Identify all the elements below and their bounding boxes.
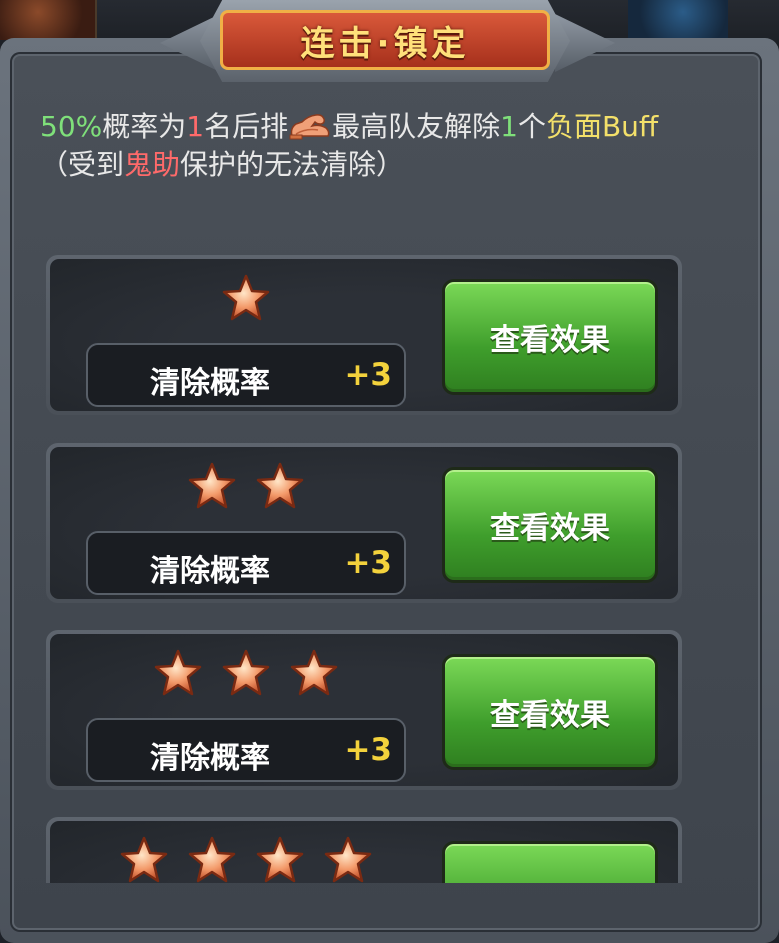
- stat-label: 清除概率: [150, 554, 270, 589]
- stat-box: 清除概率 +3: [86, 343, 406, 407]
- debuff-keyword: 负面Buff: [545, 110, 659, 143]
- title-plate: 连击·镇定: [220, 10, 550, 70]
- dialog-title: 连击·镇定: [300, 23, 470, 64]
- star-icon: [188, 462, 236, 509]
- star-rating: [86, 461, 406, 517]
- muscle-icon: [289, 114, 330, 140]
- desc-text: 名后排: [204, 110, 289, 143]
- star-icon: [222, 274, 270, 321]
- button-label: 查看效果: [490, 323, 610, 358]
- stat-box: 清除概率 +3: [86, 718, 406, 782]
- background-item-icon: [628, 0, 728, 40]
- stat-value: +3: [344, 545, 392, 581]
- view-effect-button[interactable]: 查看效果: [442, 654, 658, 770]
- view-effect-button[interactable]: 查看效果: [442, 279, 658, 395]
- desc-text: （受到: [40, 148, 125, 181]
- star-icon: [256, 462, 304, 509]
- desc-text: 保护的无法清除: [180, 148, 377, 181]
- ghost-help-keyword: 鬼助: [124, 148, 181, 181]
- level-card-inner: 清除概率 +3 查看效果: [50, 447, 678, 599]
- level-card: 清除概率 +3 查看效果: [46, 255, 682, 415]
- chance-value: 50%: [40, 110, 103, 143]
- level-card: 清除概率 +3 查看效果: [46, 443, 682, 603]
- button-label: 查看效果: [490, 511, 610, 546]
- desc-text: ）: [376, 148, 405, 181]
- desc-text: 最高队友解除: [332, 110, 501, 143]
- skill-description: 50%概率为1名后排 最高队友解除1个负面Buff（受到鬼助保护的无法清除）: [40, 108, 690, 184]
- button-label: 查看效果: [490, 698, 610, 733]
- level-card: [46, 817, 682, 883]
- star-icon: [290, 649, 338, 696]
- star-rating: [86, 273, 406, 329]
- star-rating: [86, 648, 406, 704]
- desc-text: 概率为: [102, 110, 187, 143]
- stat-value: +3: [344, 357, 392, 393]
- star-rating: [86, 835, 406, 883]
- level-card-inner: 清除概率 +3 查看效果: [50, 259, 678, 411]
- star-icon: [154, 649, 202, 696]
- view-effect-button[interactable]: [442, 841, 658, 883]
- stat-label: 清除概率: [150, 366, 270, 401]
- star-icon: [188, 836, 236, 883]
- view-effect-button[interactable]: 查看效果: [442, 467, 658, 583]
- target-count: 1: [186, 110, 205, 143]
- stat-box: 清除概率 +3: [86, 531, 406, 595]
- stat-label: 清除概率: [150, 741, 270, 776]
- level-list[interactable]: 清除概率 +3 查看效果 清除概率 +3 查看效果 清除概率 +3 查看效果: [46, 255, 682, 883]
- star-icon: [120, 836, 168, 883]
- level-card-inner: [50, 821, 678, 883]
- star-icon: [256, 836, 304, 883]
- level-card-inner: 清除概率 +3 查看效果: [50, 634, 678, 786]
- star-icon: [324, 836, 372, 883]
- background-item-icon: [0, 0, 97, 40]
- desc-text: 个: [517, 110, 546, 143]
- stat-value: +3: [344, 732, 392, 768]
- level-card: 清除概率 +3 查看效果: [46, 630, 682, 790]
- star-icon: [222, 649, 270, 696]
- remove-count: 1: [500, 110, 518, 143]
